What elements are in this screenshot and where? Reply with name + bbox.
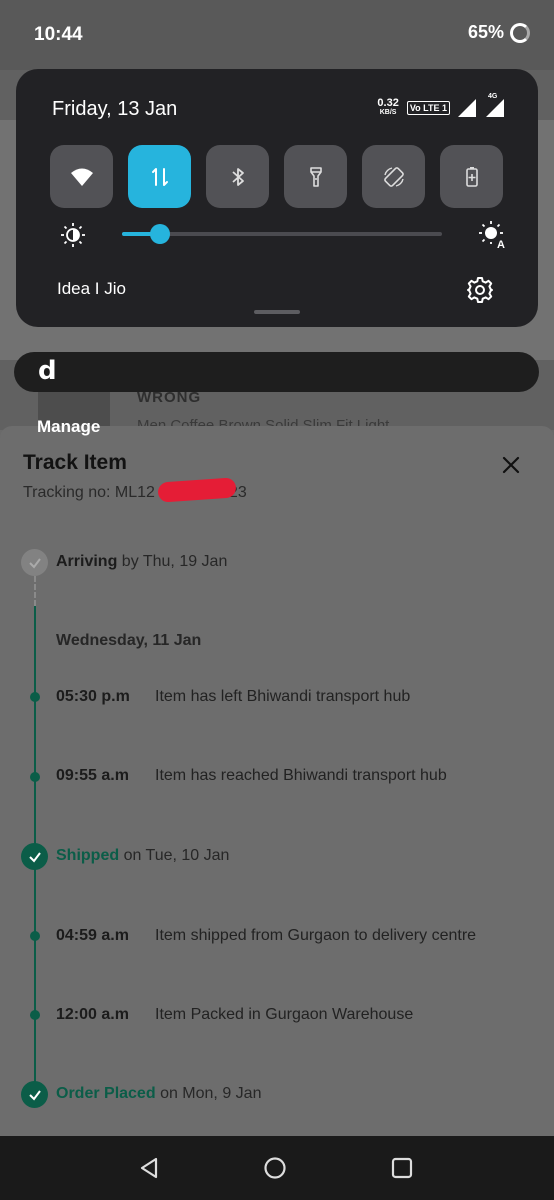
shipped-status-icon bbox=[21, 843, 48, 870]
order-placed-label: Order Placed bbox=[56, 1085, 156, 1102]
order-placed-row: Order Placed on Mon, 9 Jan bbox=[56, 1085, 261, 1103]
panel-drag-handle[interactable] bbox=[254, 310, 300, 314]
check-icon bbox=[28, 1089, 41, 1101]
shipped-row: Shipped on Tue, 10 Jan bbox=[56, 847, 229, 865]
battery-percent: 65% bbox=[467, 22, 504, 42]
mobile-data-icon bbox=[151, 167, 168, 186]
network-type-label: 4G bbox=[488, 93, 498, 100]
timeline-dot bbox=[30, 931, 40, 941]
brightness-low-icon bbox=[61, 223, 85, 247]
status-time: 10:44 bbox=[34, 24, 83, 45]
arriving-status-icon bbox=[21, 549, 48, 576]
timeline-dashed-line bbox=[34, 576, 36, 606]
day-header: Wednesday, 11 Jan bbox=[56, 632, 202, 649]
carrier-name: Idea I Jio bbox=[57, 279, 126, 298]
signal-bars-icon bbox=[486, 99, 504, 117]
battery-saver-icon bbox=[465, 166, 478, 187]
event-time: 05:30 p.m bbox=[56, 688, 130, 705]
qs-status-icons: 0.32 KB/S Vo LTE 1 4G bbox=[377, 93, 504, 117]
arriving-detail: by Thu, 19 Jan bbox=[121, 553, 228, 570]
mobile-data-tile[interactable] bbox=[128, 145, 191, 208]
home-icon[interactable] bbox=[263, 1156, 287, 1180]
track-item-sheet: Track Item Tracking no: ML12 23 Arriving … bbox=[0, 426, 554, 1136]
timeline-dot bbox=[30, 1010, 40, 1020]
net-speed: 0.32 KB/S bbox=[377, 97, 399, 117]
qs-tiles bbox=[50, 145, 503, 208]
tracking-label: Tracking no: ML12 bbox=[23, 484, 155, 501]
quick-settings-panel: Friday, 13 Jan 0.32 KB/S Vo LTE 1 4G A I… bbox=[16, 69, 538, 327]
net-speed-unit: KB/S bbox=[379, 109, 397, 116]
event-description: Item Packed in Gurgaon Warehouse bbox=[155, 1006, 414, 1023]
wifi-icon bbox=[70, 168, 93, 186]
bluetooth-icon bbox=[231, 167, 244, 186]
shipped-detail: on Tue, 10 Jan bbox=[123, 847, 230, 864]
event-description: Item has reached Bhiwandi transport hub bbox=[155, 767, 447, 784]
event-time: 09:55 a.m bbox=[56, 767, 129, 784]
product-brand: WRONG bbox=[137, 389, 202, 406]
check-icon bbox=[28, 557, 41, 569]
app-logo-icon: d bbox=[38, 356, 57, 386]
qs-date: Friday, 13 Jan bbox=[52, 98, 178, 120]
close-icon[interactable] bbox=[502, 456, 520, 474]
event-time: 12:00 a.m bbox=[56, 1006, 129, 1023]
auto-brightness-icon[interactable]: A bbox=[478, 220, 508, 250]
back-icon[interactable] bbox=[137, 1156, 161, 1180]
order-placed-status-icon bbox=[21, 1081, 48, 1108]
svg-text:A: A bbox=[497, 239, 505, 250]
system-nav-bar bbox=[0, 1136, 554, 1200]
shipped-label: Shipped bbox=[56, 847, 120, 864]
order-placed-detail: on Mon, 9 Jan bbox=[160, 1085, 262, 1102]
battery-indicator: 65% bbox=[468, 22, 530, 43]
flashlight-tile[interactable] bbox=[284, 145, 347, 208]
event-time: 04:59 a.m bbox=[56, 927, 129, 944]
flashlight-icon bbox=[309, 166, 322, 187]
brightness-slider[interactable] bbox=[122, 224, 442, 244]
bluetooth-tile[interactable] bbox=[206, 145, 269, 208]
settings-gear-icon[interactable] bbox=[466, 276, 494, 304]
wifi-tile[interactable] bbox=[50, 145, 113, 208]
app-search-bar[interactable]: d bbox=[14, 352, 539, 392]
arriving-label: Arriving bbox=[56, 553, 118, 570]
recents-icon[interactable] bbox=[390, 1156, 414, 1180]
timeline-dot bbox=[30, 692, 40, 702]
battery-saver-tile[interactable] bbox=[440, 145, 503, 208]
auto-rotate-icon bbox=[383, 166, 404, 187]
net-speed-value: 0.32 bbox=[377, 97, 399, 109]
arriving-row: Arriving by Thu, 19 Jan bbox=[56, 553, 227, 571]
event-description: Item has left Bhiwandi transport hub bbox=[155, 688, 411, 705]
manage-notifications-label[interactable]: Manage bbox=[37, 417, 100, 437]
signal-icon-1 bbox=[458, 99, 476, 117]
brightness-thumb[interactable] bbox=[150, 224, 170, 244]
brightness-row: A bbox=[60, 219, 508, 253]
check-icon bbox=[28, 851, 41, 863]
sheet-title: Track Item bbox=[23, 451, 127, 474]
battery-icon bbox=[510, 22, 530, 43]
auto-rotate-tile[interactable] bbox=[362, 145, 425, 208]
signal-icon-2: 4G bbox=[484, 93, 504, 117]
timeline-dot bbox=[30, 772, 40, 782]
event-description: Item shipped from Gurgaon to delivery ce… bbox=[155, 927, 477, 944]
status-bar: 10:44 65% bbox=[0, 0, 554, 70]
volte-icon: Vo LTE 1 bbox=[406, 101, 450, 115]
